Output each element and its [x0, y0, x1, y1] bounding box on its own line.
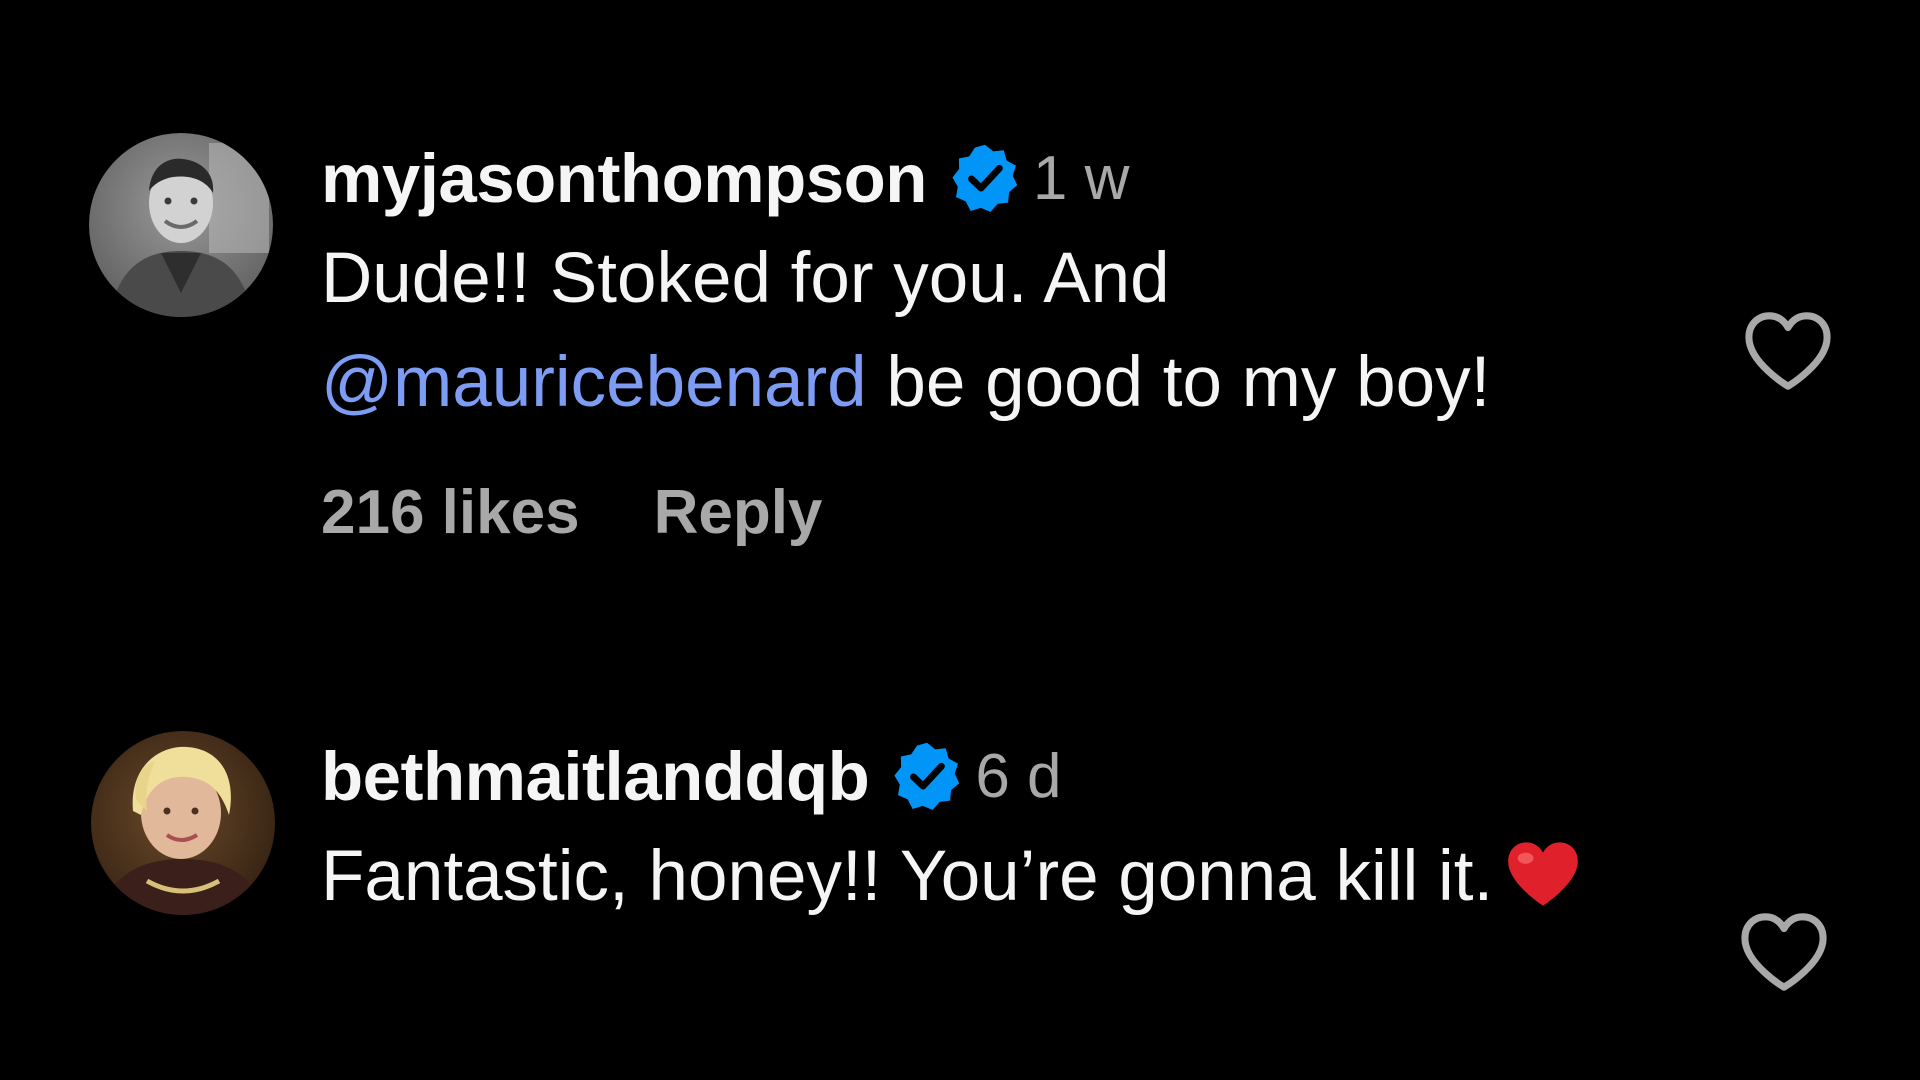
likes-count[interactable]: 216 likes	[321, 477, 580, 548]
verified-badge-icon	[952, 144, 1018, 212]
verified-badge-icon	[894, 742, 960, 810]
username-link[interactable]: bethmaitlanddqb	[321, 737, 870, 816]
comment-text: Fantastic, honey!! You’re gonna kill it.	[321, 825, 1651, 929]
comment-meta: 216 likes Reply	[321, 477, 1721, 548]
red-heart-emoji	[1508, 842, 1579, 906]
username-link[interactable]: myjasonthompson	[321, 139, 927, 218]
timestamp: 6 d	[975, 741, 1062, 811]
avatar-photo-jason	[89, 133, 273, 317]
heart-outline-icon[interactable]	[1736, 909, 1832, 995]
comment-body: myjasonthompson 1 w Dude!! Stoked for yo…	[321, 133, 1721, 548]
avatar[interactable]	[91, 731, 275, 915]
avatar-photo-beth	[91, 731, 275, 915]
comment-header: myjasonthompson 1 w	[321, 133, 1721, 223]
comment-text: Dude!! Stoked for you. And @mauricebenard…	[321, 227, 1721, 435]
heart-outline-icon[interactable]	[1740, 308, 1836, 394]
comment-text-part: be good to my boy!	[866, 343, 1491, 422]
comment-text-part: Dude!! Stoked for you. And	[321, 239, 1170, 318]
reply-button[interactable]: Reply	[654, 477, 823, 548]
avatar[interactable]	[89, 133, 273, 317]
timestamp: 1 w	[1032, 143, 1130, 213]
mention-link[interactable]: @mauricebenard	[321, 343, 867, 422]
comment-header: bethmaitlanddqb 6 d	[321, 731, 1721, 821]
comment-text-part: Fantastic, honey!! You’re gonna kill it.	[321, 837, 1494, 916]
comment-body: bethmaitlanddqb 6 d Fantastic, honey!! Y…	[321, 731, 1721, 929]
